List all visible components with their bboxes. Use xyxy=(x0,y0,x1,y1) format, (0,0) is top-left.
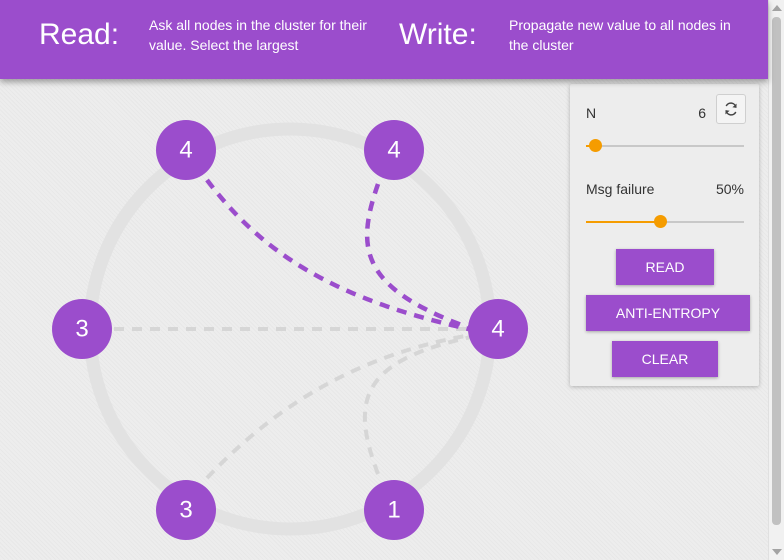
anti-entropy-button[interactable]: ANTI-ENTROPY xyxy=(586,295,750,331)
node-left-value: 3 xyxy=(75,316,88,343)
msg-failure-fill xyxy=(586,221,661,223)
node-bottom-right[interactable]: 1 xyxy=(364,480,424,540)
page-background: Read: Ask all nodes in the cluster for t… xyxy=(0,0,768,560)
node-bottom-left[interactable]: 3 xyxy=(156,480,216,540)
node-left[interactable]: 3 xyxy=(52,299,112,359)
n-slider[interactable] xyxy=(586,138,744,154)
msg-failure-thumb[interactable] xyxy=(654,215,668,228)
msg-failure-label: Msg failure xyxy=(586,181,655,197)
write-title: Write: xyxy=(399,18,477,51)
n-label: N xyxy=(586,105,597,121)
write-description: Propagate new value to all nodes in the … xyxy=(509,17,731,53)
n-value: 6 xyxy=(698,105,706,121)
n-slider-track xyxy=(586,145,744,147)
refresh-button[interactable] xyxy=(716,94,746,124)
controls-panel: N 6 Msg failure 50% READ ANTI-ENTROPY CL… xyxy=(570,84,759,386)
link-node-bottom-right-inactive xyxy=(362,334,477,475)
msg-failure-slider[interactable] xyxy=(586,214,744,230)
read-button[interactable]: READ xyxy=(616,249,714,285)
links-layer xyxy=(114,178,479,480)
node-bottom-right-value: 1 xyxy=(387,497,400,524)
node-right[interactable]: 4 xyxy=(468,299,528,359)
vertical-scrollbar[interactable] xyxy=(768,0,784,560)
read-description: Ask all nodes in the cluster for their v… xyxy=(149,17,367,53)
header-banner: Read: Ask all nodes in the cluster for t… xyxy=(0,0,768,79)
node-top-left-value: 4 xyxy=(179,137,192,164)
scrollbar-thumb[interactable] xyxy=(772,17,781,525)
n-slider-thumb[interactable] xyxy=(589,139,603,152)
node-top-left[interactable]: 4 xyxy=(156,120,216,180)
node-bottom-left-value: 3 xyxy=(179,497,192,524)
node-top-right[interactable]: 4 xyxy=(364,120,424,180)
node-right-value: 4 xyxy=(491,316,504,343)
read-title: Read: xyxy=(39,18,120,51)
link-node-top-right-active xyxy=(364,183,479,334)
node-top-right-value: 4 xyxy=(387,137,400,164)
refresh-icon xyxy=(725,102,737,116)
clear-button[interactable]: CLEAR xyxy=(612,341,718,377)
msg-failure-value: 50% xyxy=(715,181,744,197)
scroll-down-arrow-icon[interactable] xyxy=(772,549,782,555)
scroll-up-arrow-icon[interactable] xyxy=(772,5,782,11)
